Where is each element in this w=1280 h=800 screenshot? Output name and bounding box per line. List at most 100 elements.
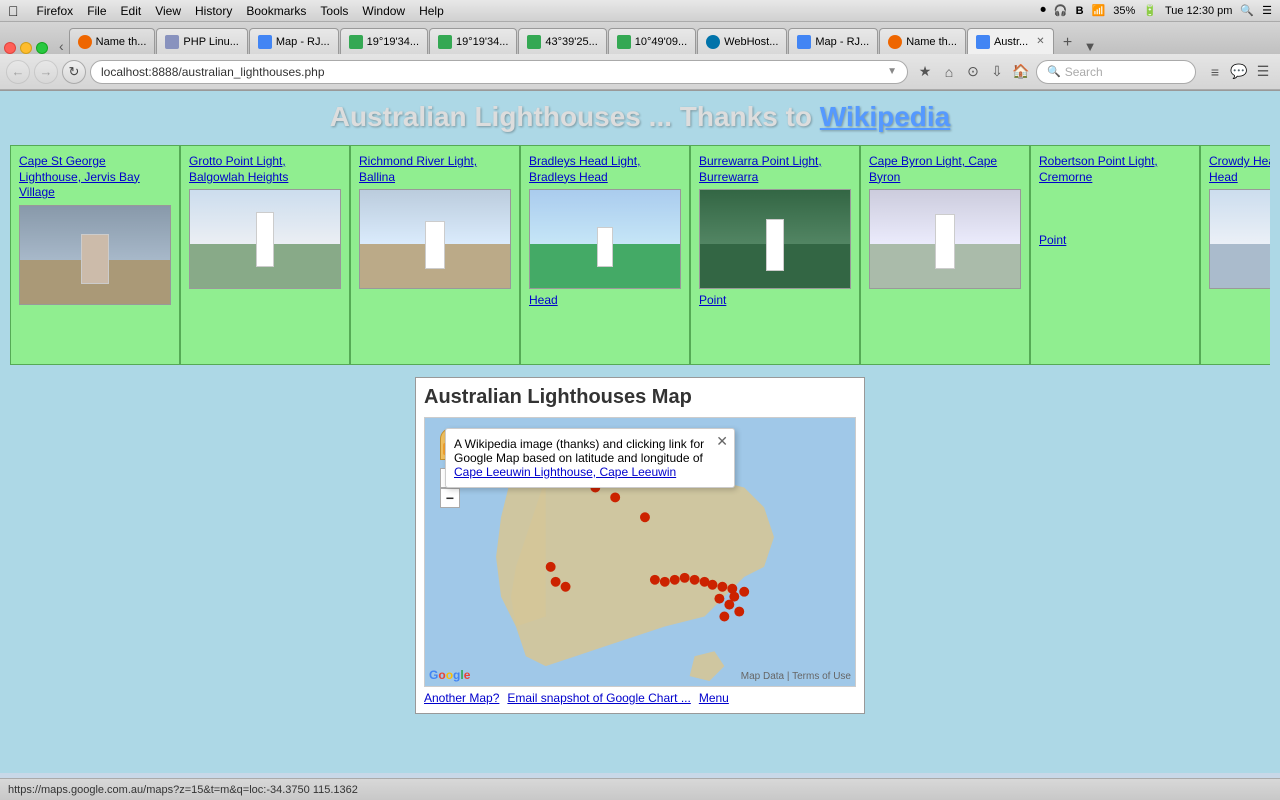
url-bar[interactable]: localhost:8888/australian_lighthouses.ph… [90,60,908,84]
search-menubar-icon[interactable]: 🔍 [1240,4,1254,17]
zoom-out-btn[interactable]: − [440,488,460,508]
tower-2 [256,212,274,267]
tab-tab11[interactable]: Austr... ✕ [967,28,1054,54]
menu-window[interactable]: Window [362,4,405,18]
lighthouse-extra-link-5[interactable]: Point [699,293,851,309]
reader-view-btn[interactable]: ≡ [1204,61,1226,83]
window-minimize-btn[interactable] [20,42,32,54]
window-maximize-btn[interactable] [36,42,48,54]
window-close-btn[interactable] [4,42,16,54]
back-btn[interactable]: ← [6,60,30,84]
lighthouse-extra-link-7[interactable]: Point [1039,233,1191,249]
lighthouse-image-2 [189,189,341,289]
menu-file[interactable]: File [87,4,106,18]
tab-label-5: 19°19'34... [456,36,508,48]
url-text: localhost:8888/australian_lighthouses.ph… [101,65,887,79]
headphones-icon: 🎧 [1054,4,1068,17]
tab-label-4: 19°19'34... [367,36,419,48]
tower-3 [425,221,445,269]
record-icon: ⏺ [1040,4,1046,17]
lighthouse-image-6 [869,189,1021,289]
browser-chrome: ‹ Name th... PHP Linu... Map - RJ... 19°… [0,22,1280,91]
lighthouse-card-1: Cape St George Lighthouse, Jervis Bay Vi… [10,145,180,365]
map-title: Australian Lighthouses Map [424,386,856,409]
lighthouse-extra-link-4[interactable]: Head [529,293,681,309]
tab-back-btn[interactable]: ‹ [55,38,68,54]
menu-history[interactable]: History [195,4,232,18]
tab-label-6: 43°39'25... [545,36,597,48]
search-box[interactable]: 🔍 Search [1036,60,1196,84]
lighthouse-image-5 [699,189,851,289]
menu-firefox[interactable]: Firefox [37,4,74,18]
tab-favicon-1 [78,35,92,49]
menu-bookmarks[interactable]: Bookmarks [246,4,306,18]
lighthouse-card-7: Robertson Point Light, Cremorne Point [1030,145,1200,365]
lighthouse-link-5[interactable]: Burrewarra Point Light, Burrewarra [699,154,851,185]
lighthouse-link-6[interactable]: Cape Byron Light, Cape Byron [869,154,1021,185]
menu-tools[interactable]: Tools [320,4,348,18]
overflow-menu-btn[interactable]: ☰ [1252,61,1274,83]
home-btn[interactable]: 🏠 [1010,61,1032,83]
status-bar: https://maps.google.com.au/maps?z=15&t=m… [0,778,1280,800]
search-placeholder: Search [1065,65,1103,79]
menu-view[interactable]: View [155,4,181,18]
tab-tab10[interactable]: Name th... [879,28,966,54]
lighthouse-link-2[interactable]: Grotto Point Light, Balgowlah Heights [189,154,341,185]
tab-favicon-8 [706,35,720,49]
reload-btn[interactable]: ↻ [62,60,86,84]
another-map-link[interactable]: Another Map? [424,691,499,705]
map-bottom-links: Another Map? Email snapshot of Google Ch… [424,691,856,705]
apple-menu-icon[interactable]:  [8,3,19,19]
tab-tab6[interactable]: 43°39'25... [518,28,606,54]
lighthouse-link-4[interactable]: Bradleys Head Light, Bradleys Head [529,154,681,185]
tower-4 [597,227,613,267]
tab-tab7[interactable]: 10°49'09... [608,28,696,54]
list-icon[interactable]: ☰ [1262,4,1272,17]
tab-tab5[interactable]: 19°19'34... [429,28,517,54]
wikipedia-link[interactable]: Wikipedia [820,101,950,132]
email-snapshot-link[interactable]: Email snapshot of Google Chart ... [507,691,690,705]
lighthouse-link-3[interactable]: Richmond River Light, Ballina [359,154,511,185]
popup-link[interactable]: Cape Leeuwin Lighthouse, Cape Leeuwin [454,465,676,479]
lighthouse-link-1[interactable]: Cape St George Lighthouse, Jervis Bay Vi… [19,154,171,201]
nav-bar: ← → ↻ localhost:8888/australian_lighthou… [0,54,1280,90]
ground-8 [1210,244,1270,288]
toolbar-icons: ★ ⌂ ⊙ ⇩ 🏠 [914,61,1032,83]
lighthouse-link-8[interactable]: Crowdy Head Light, Crowdy Head [1209,154,1270,185]
status-text: https://maps.google.com.au/maps?z=15&t=m… [8,784,358,796]
home-away-btn[interactable]: ⌂ [938,61,960,83]
tab-tab2[interactable]: PHP Linu... [156,28,247,54]
tab-tab1[interactable]: Name th... [69,28,156,54]
tab-close-btn[interactable]: ✕ [1036,36,1044,47]
tab-favicon-3 [258,35,272,49]
lighthouse-link-7[interactable]: Robertson Point Light, Cremorne [1039,154,1191,185]
menu-edit[interactable]: Edit [121,4,142,18]
chat-btn[interactable]: 💬 [1228,61,1250,83]
page-content: Australian Lighthouses ... Thanks to Wik… [0,91,1280,773]
popup-close-btn[interactable]: ✕ [716,433,728,450]
tab-tab3[interactable]: Map - RJ... [249,28,339,54]
new-tab-btn[interactable]: + [1057,32,1079,54]
bookmark-star-btn[interactable]: ★ [914,61,936,83]
tab-list-btn[interactable]: ▼ [1084,39,1097,54]
lighthouse-card-6: Cape Byron Light, Cape Byron [860,145,1030,365]
menu-help[interactable]: Help [419,4,444,18]
heading-text: Australian Lighthouses ... Thanks to [330,101,820,132]
forward-btn[interactable]: → [34,60,58,84]
tower-5 [766,219,784,271]
tab-tab4[interactable]: 19°19'34... [340,28,428,54]
lighthouse-image-7-empty [1039,189,1191,229]
tower-6 [935,214,955,269]
lighthouse-image-8 [1209,189,1270,289]
tab-label-11: Austr... [994,36,1028,48]
tab-tab8[interactable]: WebHost... [697,28,787,54]
pocket-btn[interactable]: ⊙ [962,61,984,83]
url-dropdown-icon[interactable]: ▼ [887,66,897,77]
tab-tab9[interactable]: Map - RJ... [788,28,878,54]
download-btn[interactable]: ⇩ [986,61,1008,83]
lighthouse-card-5: Burrewarra Point Light, Burrewarra Point [690,145,860,365]
tab-bar: ‹ Name th... PHP Linu... Map - RJ... 19°… [0,22,1280,54]
tab-label-3: Map - RJ... [276,36,330,48]
menu-link[interactable]: Menu [699,691,729,705]
wifi-icon: 📶 [1092,4,1106,17]
